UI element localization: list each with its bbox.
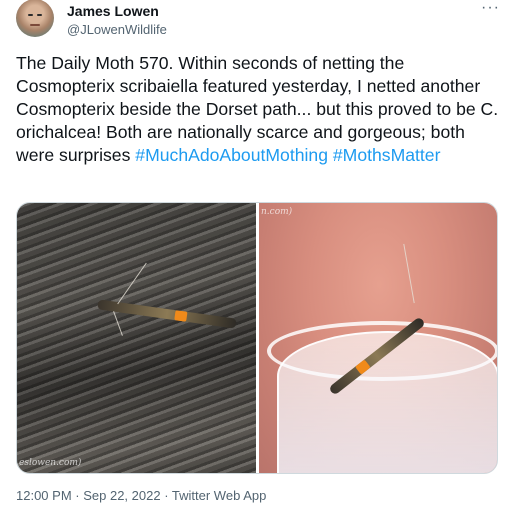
moth-antenna (403, 243, 415, 304)
separator: · (71, 488, 84, 503)
tweet: James Lowen @JLowenWildlife ··· The Dail… (0, 0, 513, 514)
moth-leg (113, 311, 123, 336)
media-grid: eslowen.com) n.com) (16, 202, 498, 474)
avatar-eye (37, 14, 42, 16)
hashtag-link[interactable]: #MothsMatter (333, 145, 441, 165)
hashtag-link[interactable]: #MuchAdoAboutMothing (135, 145, 328, 165)
moth-photo-in-pot[interactable]: n.com) (259, 203, 497, 473)
tweet-header: James Lowen @JLowenWildlife ··· (16, 0, 500, 44)
tweet-time[interactable]: 12:00 PM (16, 488, 72, 503)
tweet-footer: 12:00 PM · Sep 22, 2022 · Twitter Web Ap… (16, 488, 266, 503)
moth-orange-spot (174, 310, 188, 322)
user-name[interactable]: James Lowen (67, 3, 159, 19)
tweet-date[interactable]: Sep 22, 2022 (83, 488, 160, 503)
more-icon[interactable]: ··· (481, 0, 500, 16)
separator: · (160, 488, 172, 503)
avatar-mouth (30, 24, 40, 26)
moth-antenna (117, 262, 147, 305)
avatar-eye (28, 14, 33, 16)
moth-photo-on-wood[interactable]: eslowen.com) (17, 203, 256, 473)
user-handle[interactable]: @JLowenWildlife (67, 22, 167, 37)
avatar[interactable] (16, 0, 54, 37)
tweet-source[interactable]: Twitter Web App (172, 488, 266, 503)
photo-watermark: n.com) (261, 207, 293, 217)
photo-watermark: eslowen.com) (19, 458, 82, 468)
tweet-text: The Daily Moth 570. Within seconds of ne… (16, 52, 500, 167)
